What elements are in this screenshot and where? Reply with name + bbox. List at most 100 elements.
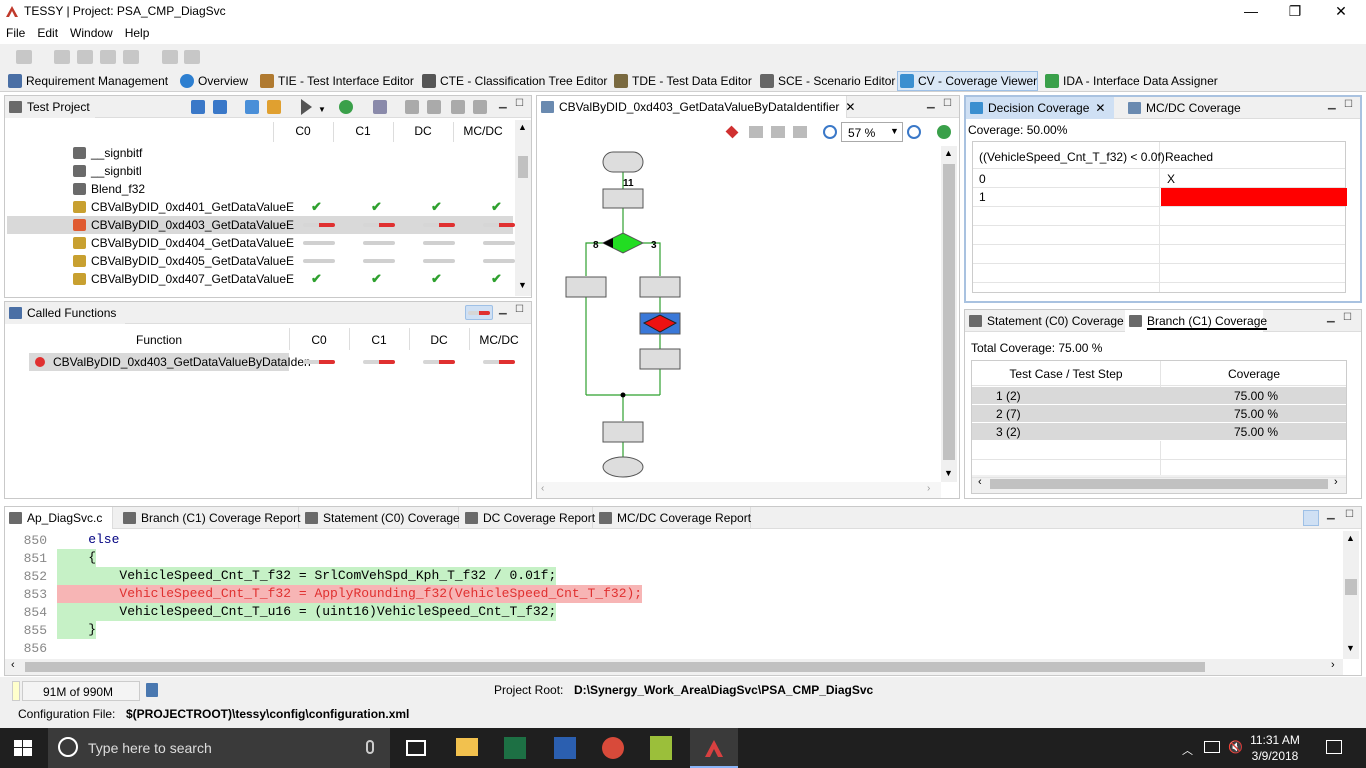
maximize-icon[interactable]: ☐: [1345, 509, 1354, 520]
notepad-icon[interactable]: [650, 736, 672, 760]
tool-icon[interactable]: [451, 100, 465, 114]
close-button[interactable]: ✕: [1318, 0, 1364, 24]
tree-row[interactable]: CBValByDID_0xd407_GetDataValueE ✔ ✔ ✔ ✔: [7, 270, 513, 288]
code-line[interactable]: {: [57, 549, 97, 567]
tab-flow-chart[interactable]: CBValByDID_0xd403_GetDataValueByDataIden…: [537, 96, 855, 118]
chevron-left-icon[interactable]: ‹: [541, 483, 544, 494]
import-icon[interactable]: [191, 100, 205, 114]
perspective-tde[interactable]: TDE - Test Data Editor: [612, 72, 752, 90]
settings-icon[interactable]: [373, 100, 387, 114]
vertical-scrollbar[interactable]: ▲ ▼: [1343, 531, 1359, 659]
vertical-scrollbar[interactable]: ▲ ▼: [941, 146, 957, 482]
trash-icon[interactable]: [146, 683, 158, 697]
run-icon[interactable]: [301, 99, 312, 115]
chevron-down-icon[interactable]: ▼: [944, 468, 953, 478]
menu-edit[interactable]: Edit: [31, 24, 64, 40]
tab-test-project[interactable]: Test Project: [5, 96, 95, 118]
nav-icon[interactable]: [771, 126, 785, 138]
close-icon[interactable]: ✕: [1095, 101, 1105, 115]
chevron-up-icon[interactable]: ▲: [518, 122, 527, 132]
tab-statement-coverage[interactable]: Statement (C0) Coverage: [965, 310, 1124, 332]
zoom-in-icon[interactable]: [907, 125, 921, 139]
chevron-down-icon[interactable]: ▼: [518, 280, 527, 290]
scrollbar-thumb[interactable]: [990, 479, 1328, 489]
scrollbar-thumb[interactable]: [943, 164, 955, 460]
chevron-right-icon[interactable]: ›: [927, 483, 930, 494]
tree-row[interactable]: CBValByDID_0xd403_GetDataValueE: [7, 216, 515, 234]
menu-file[interactable]: File: [0, 24, 31, 40]
minimize-button[interactable]: —: [1228, 0, 1274, 24]
table-row[interactable]: 1 (2) 75.00 %: [972, 387, 1346, 405]
perspective-sce[interactable]: SCE - Scenario Editor: [758, 72, 895, 90]
maximize-icon[interactable]: ☐: [515, 98, 524, 109]
nav-icon[interactable]: [793, 126, 807, 138]
column-header-c0[interactable]: C0: [291, 333, 347, 347]
called-function-row[interactable]: CBValByDID_0xd403_GetDataValueByDataIden: [29, 353, 311, 371]
zoom-select[interactable]: 57 % ▼: [841, 122, 903, 142]
menu-help[interactable]: Help: [119, 24, 156, 40]
tree-row[interactable]: CBValByDID_0xd404_GetDataValueE: [7, 234, 515, 252]
red-branch-icon[interactable]: [725, 125, 739, 139]
clock-time[interactable]: 11:31 AM: [1250, 733, 1300, 747]
tool-icon[interactable]: [405, 100, 419, 114]
column-header-dc[interactable]: DC: [411, 333, 467, 347]
minimize-icon[interactable]: ▁: [499, 98, 507, 109]
windows-start-icon[interactable]: [14, 740, 32, 756]
tab-statement-report[interactable]: Statement (C0) Coverage: [301, 507, 460, 529]
maximize-icon[interactable]: ☐: [1343, 312, 1352, 323]
code-line[interactable]: }: [57, 621, 97, 639]
undo-icon[interactable]: [162, 50, 178, 64]
column-header-c1[interactable]: C1: [335, 124, 391, 138]
chevron-down-icon[interactable]: ▼: [1346, 643, 1355, 653]
chevron-right-icon[interactable]: ›: [1331, 659, 1335, 671]
tab-mcdc-coverage[interactable]: MC/DC Coverage: [1124, 97, 1256, 119]
tree-row[interactable]: CBValByDID_0xd401_GetDataValueE ✔ ✔ ✔ ✔: [7, 198, 513, 216]
horizontal-scrollbar[interactable]: ‹ ›: [537, 482, 941, 498]
excel-icon[interactable]: [504, 737, 526, 759]
task-view-icon[interactable]: [406, 740, 426, 756]
clock-date[interactable]: 3/9/2018: [1250, 749, 1300, 763]
maximize-icon[interactable]: ☐: [1344, 99, 1353, 110]
refresh-icon[interactable]: [245, 100, 259, 114]
scrollbar-thumb[interactable]: [518, 156, 528, 178]
perspective-ida[interactable]: IDA - Interface Data Assigner: [1043, 72, 1218, 90]
perspective-cv[interactable]: CV - Coverage Viewer: [897, 71, 1039, 91]
export-icon[interactable]: [213, 100, 227, 114]
paste-icon[interactable]: [100, 50, 116, 64]
column-header-mcdc[interactable]: MC/DC: [455, 124, 511, 138]
toggle-view-icon[interactable]: [1303, 510, 1319, 526]
maximize-icon[interactable]: ☐: [515, 304, 524, 315]
redo-icon[interactable]: [184, 50, 200, 64]
horizontal-scrollbar[interactable]: ‹ ›: [5, 659, 1343, 675]
chevron-up-icon[interactable]: ▲: [1346, 533, 1355, 543]
scrollbar-thumb[interactable]: [1345, 579, 1357, 595]
notifications-icon[interactable]: [1326, 740, 1342, 754]
column-header-c0[interactable]: C0: [275, 124, 331, 138]
perspective-tie[interactable]: TIE - Test Interface Editor: [258, 72, 414, 90]
column-header-function[interactable]: Function: [29, 333, 289, 347]
zoom-out-icon[interactable]: [823, 125, 837, 139]
minimize-icon[interactable]: ▁: [499, 304, 507, 315]
minimize-icon[interactable]: ▁: [927, 98, 935, 109]
chevron-down-icon[interactable]: ▼: [318, 105, 326, 114]
chevron-up-icon[interactable]: ︿: [1182, 742, 1193, 758]
toggle-view-button[interactable]: [465, 305, 493, 320]
tab-branch-report[interactable]: Branch (C1) Coverage Report: [119, 507, 300, 529]
close-icon[interactable]: ✕: [845, 100, 855, 114]
perspective-cte[interactable]: CTE - Classification Tree Editor: [420, 72, 607, 90]
tool-icon[interactable]: [473, 100, 487, 114]
copy-icon[interactable]: [77, 50, 93, 64]
chevron-left-icon[interactable]: ‹: [11, 659, 15, 671]
menu-window[interactable]: Window: [64, 24, 119, 40]
column-header-c1[interactable]: C1: [351, 333, 407, 347]
minimize-icon[interactable]: ▁: [1327, 312, 1335, 323]
column-header-dc[interactable]: DC: [395, 124, 451, 138]
chevron-up-icon[interactable]: ▲: [944, 148, 953, 158]
minimize-icon[interactable]: ▁: [1327, 509, 1335, 520]
code-line[interactable]: else: [57, 531, 119, 549]
scrollbar-thumb[interactable]: [25, 662, 1205, 672]
table-row[interactable]: 2 (7) 75.00 %: [972, 405, 1346, 423]
chrome-icon[interactable]: [602, 737, 624, 759]
table-row[interactable]: 3 (2) 75.00 %: [972, 423, 1346, 441]
file-explorer-icon[interactable]: [456, 738, 478, 756]
